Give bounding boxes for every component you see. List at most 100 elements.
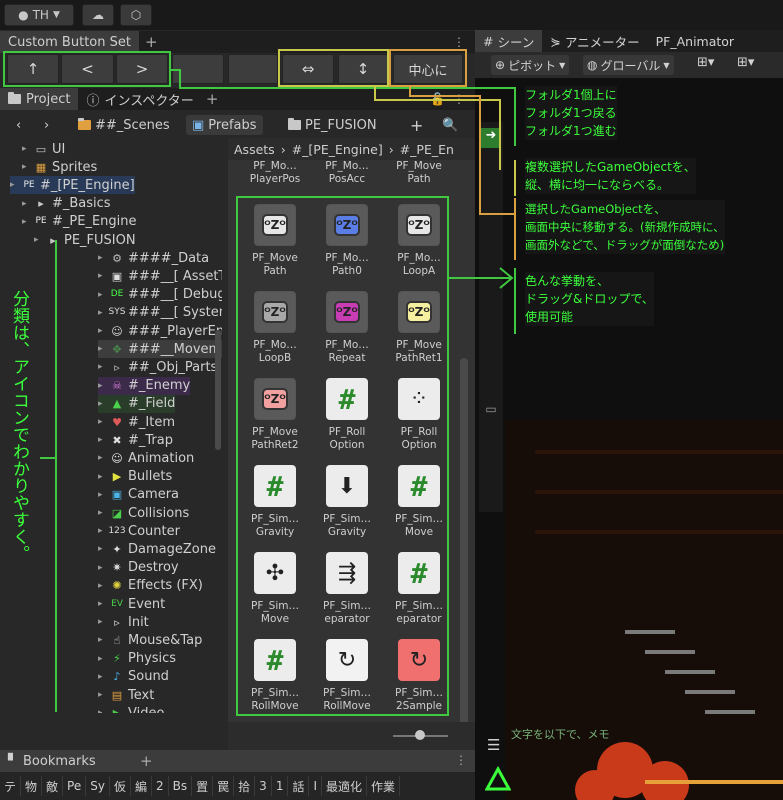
tree-item[interactable]: ▸ ☝ Mouse&Tap <box>98 631 202 649</box>
expand-arrow-icon[interactable]: ▸ <box>98 563 106 573</box>
tree-item[interactable]: ▸ ⚡ Physics <box>98 650 176 668</box>
expand-arrow-icon[interactable]: ▸ <box>98 417 106 427</box>
asset-item[interactable]: ᴼZᴼ PF_Mo… Path0 <box>316 204 378 284</box>
increment-snap-icon[interactable]: ⊞▾ <box>737 55 754 70</box>
tab-pf-animator[interactable]: PF_Animator <box>648 34 742 49</box>
tree-item[interactable]: ▸ ♪ Sound <box>98 668 169 686</box>
tree-item[interactable]: ▸ ▶ Video <box>98 704 164 713</box>
expand-arrow-icon[interactable]: ▸ <box>98 308 106 318</box>
expand-arrow-icon[interactable]: ▸ <box>98 381 106 391</box>
asset-item[interactable]: ᴼZᴼ PF_Mo… LoopB <box>244 291 306 371</box>
collab-button[interactable]: ⬡ <box>120 4 152 26</box>
empty-button-2[interactable] <box>228 54 278 84</box>
bookmark-item[interactable]: 3 <box>255 776 272 796</box>
triangle-play-icon[interactable] <box>484 765 512 792</box>
bookmark-item[interactable]: 最適化 <box>322 776 368 796</box>
asset-item[interactable]: ⇶ PF_Sim… eparator <box>316 552 378 632</box>
kebab-menu-icon[interactable]: ⋮ <box>455 753 467 767</box>
tree-item[interactable]: ▸ ☠ #_Enemy <box>98 376 191 395</box>
asset-item[interactable]: ↻ PF_Sim… RollMove <box>316 639 378 719</box>
tree-item[interactable]: ▸ ⚙ ####_Data <box>98 249 209 267</box>
asset-path-engine[interactable]: #_[PE_Engine] <box>292 142 383 157</box>
asset-item[interactable]: ⬇ PF_Sim… Gravity <box>316 465 378 545</box>
tab-custom-button-set[interactable]: Custom Button Set <box>0 31 139 53</box>
folder-back-button[interactable]: < <box>61 54 114 84</box>
cloud-button[interactable]: ☁ <box>82 4 114 26</box>
expand-arrow-icon[interactable]: ▸ <box>98 326 106 336</box>
expand-arrow-icon[interactable]: ▸ <box>98 253 106 263</box>
breadcrumb-pe-fusion[interactable]: PE_FUSION <box>282 115 383 135</box>
expand-arrow-icon[interactable]: ▸ <box>34 235 42 245</box>
bookmark-item[interactable]: 1 <box>272 776 289 796</box>
bookmark-item[interactable]: 敵 <box>42 776 64 796</box>
tree-item[interactable]: ▸ EV Event <box>98 595 165 613</box>
expand-arrow-icon[interactable]: ▸ <box>98 362 106 372</box>
asset-item[interactable]: ✣ PF_Sim… Move <box>244 552 306 632</box>
empty-button-1[interactable] <box>172 54 224 84</box>
tree-item[interactable]: ▸ ♥ #_Item <box>98 413 175 431</box>
tree-item[interactable]: ▸ ✦ DamageZone <box>98 540 216 558</box>
asset-item[interactable]: ᴼZᴼ PF_Mo… Repeat <box>316 291 378 371</box>
expand-arrow-icon[interactable]: ▸ <box>22 144 30 154</box>
expand-arrow-icon[interactable]: ▸ <box>10 180 18 190</box>
tree-item[interactable]: ▸ ▸ #_Basics <box>22 195 111 213</box>
expand-arrow-icon[interactable]: ▸ <box>98 599 106 609</box>
bookmark-item[interactable]: 置 <box>192 776 214 796</box>
lock-icon[interactable]: 🔓 <box>430 92 445 106</box>
expand-arrow-icon[interactable]: ▸ <box>98 617 106 627</box>
expand-arrow-icon[interactable]: ▸ <box>98 399 106 409</box>
bookmark-item[interactable]: 話 <box>288 776 310 796</box>
pivot-dropdown[interactable]: ⊕ ピボット ▼ <box>491 55 570 75</box>
tab-bookmarks[interactable]: ▘ Bookmarks <box>0 750 475 772</box>
tree-item[interactable]: ▸ ▭ UI <box>22 140 65 158</box>
nav-back-icon[interactable]: ‹ <box>10 115 27 135</box>
expand-arrow-icon[interactable]: ▸ <box>98 508 106 518</box>
move-tool-icon[interactable]: ➜ <box>481 128 501 148</box>
expand-arrow-icon[interactable]: ▸ <box>22 162 30 172</box>
list-icon[interactable]: ☰ <box>487 736 500 754</box>
expand-arrow-icon[interactable]: ▸ <box>98 472 106 482</box>
asset-scrollbar[interactable] <box>460 358 468 748</box>
asset-item[interactable]: # PF_Sim… eparator <box>388 552 450 632</box>
expand-arrow-icon[interactable]: ▸ <box>98 581 106 591</box>
asset-item[interactable]: # PF_Sim… RollMove <box>244 639 306 719</box>
tree-item[interactable]: ▸ ▲ #_Field <box>98 394 176 413</box>
zoom-slider-handle[interactable] <box>415 730 425 740</box>
bookmark-item[interactable]: Bs <box>169 776 193 796</box>
bookmark-item[interactable]: 編 <box>131 776 152 796</box>
tree-item[interactable]: ▸ ▹ ##_Obj_Parts <box>98 358 217 376</box>
tab-scene[interactable]: # シーン <box>475 30 543 52</box>
expand-arrow-icon[interactable]: ▸ <box>98 654 106 664</box>
expand-arrow-icon[interactable]: ▸ <box>98 290 106 300</box>
expand-arrow-icon[interactable]: ▸ <box>22 217 30 227</box>
tree-item[interactable]: ▸ ▹ Init <box>98 613 149 631</box>
tree-item[interactable]: ▸ ◪ Collisions <box>98 504 189 522</box>
add-tab-icon[interactable]: + <box>145 33 158 51</box>
create-icon[interactable]: + <box>404 115 429 135</box>
tree-item[interactable]: ▸ SYS ###__[ System <box>98 304 222 322</box>
expand-arrow-icon[interactable]: ▸ <box>98 490 106 500</box>
add-tab-icon[interactable]: + <box>206 90 219 108</box>
bookmark-item[interactable]: テ <box>0 776 22 796</box>
tree-item[interactable]: ▸ ☺ Animation <box>98 449 194 467</box>
tree-item[interactable]: ▸ DE ###__[ Debug - <box>98 286 222 304</box>
kebab-menu-icon[interactable]: ⋮ <box>453 92 465 106</box>
tree-item[interactable]: ▸ 123 Counter <box>98 522 180 540</box>
bookmark-item[interactable]: Pe <box>63 776 87 796</box>
expand-arrow-icon[interactable]: ▸ <box>98 435 106 445</box>
tree-item[interactable]: ▸ ▸ PE_FUSION <box>34 231 136 249</box>
nav-forward-icon[interactable]: › <box>38 115 55 135</box>
bookmark-item[interactable]: 仮 <box>110 776 131 796</box>
asset-item[interactable]: ⁘ PF_Roll Option <box>388 378 450 458</box>
asset-item[interactable]: ᴼZᴼ PF_Move Path <box>244 204 306 284</box>
tree-item[interactable]: ▸ ✥ ###__Movements <box>98 340 222 359</box>
bookmark-item[interactable]: Sy <box>86 776 110 796</box>
expand-arrow-icon[interactable]: ▸ <box>98 544 106 554</box>
expand-arrow-icon[interactable]: ▸ <box>98 708 106 713</box>
expand-arrow-icon[interactable]: ▸ <box>98 635 106 645</box>
tab-project[interactable]: Project <box>0 88 79 110</box>
bookmark-item[interactable]: 拾 <box>234 776 256 796</box>
expand-arrow-icon[interactable]: ▸ <box>22 199 30 209</box>
asset-item[interactable]: ᴼZᴼ PF_Mo… LoopA <box>388 204 450 284</box>
tree-item[interactable]: ▸ ▣ Camera <box>98 486 179 504</box>
